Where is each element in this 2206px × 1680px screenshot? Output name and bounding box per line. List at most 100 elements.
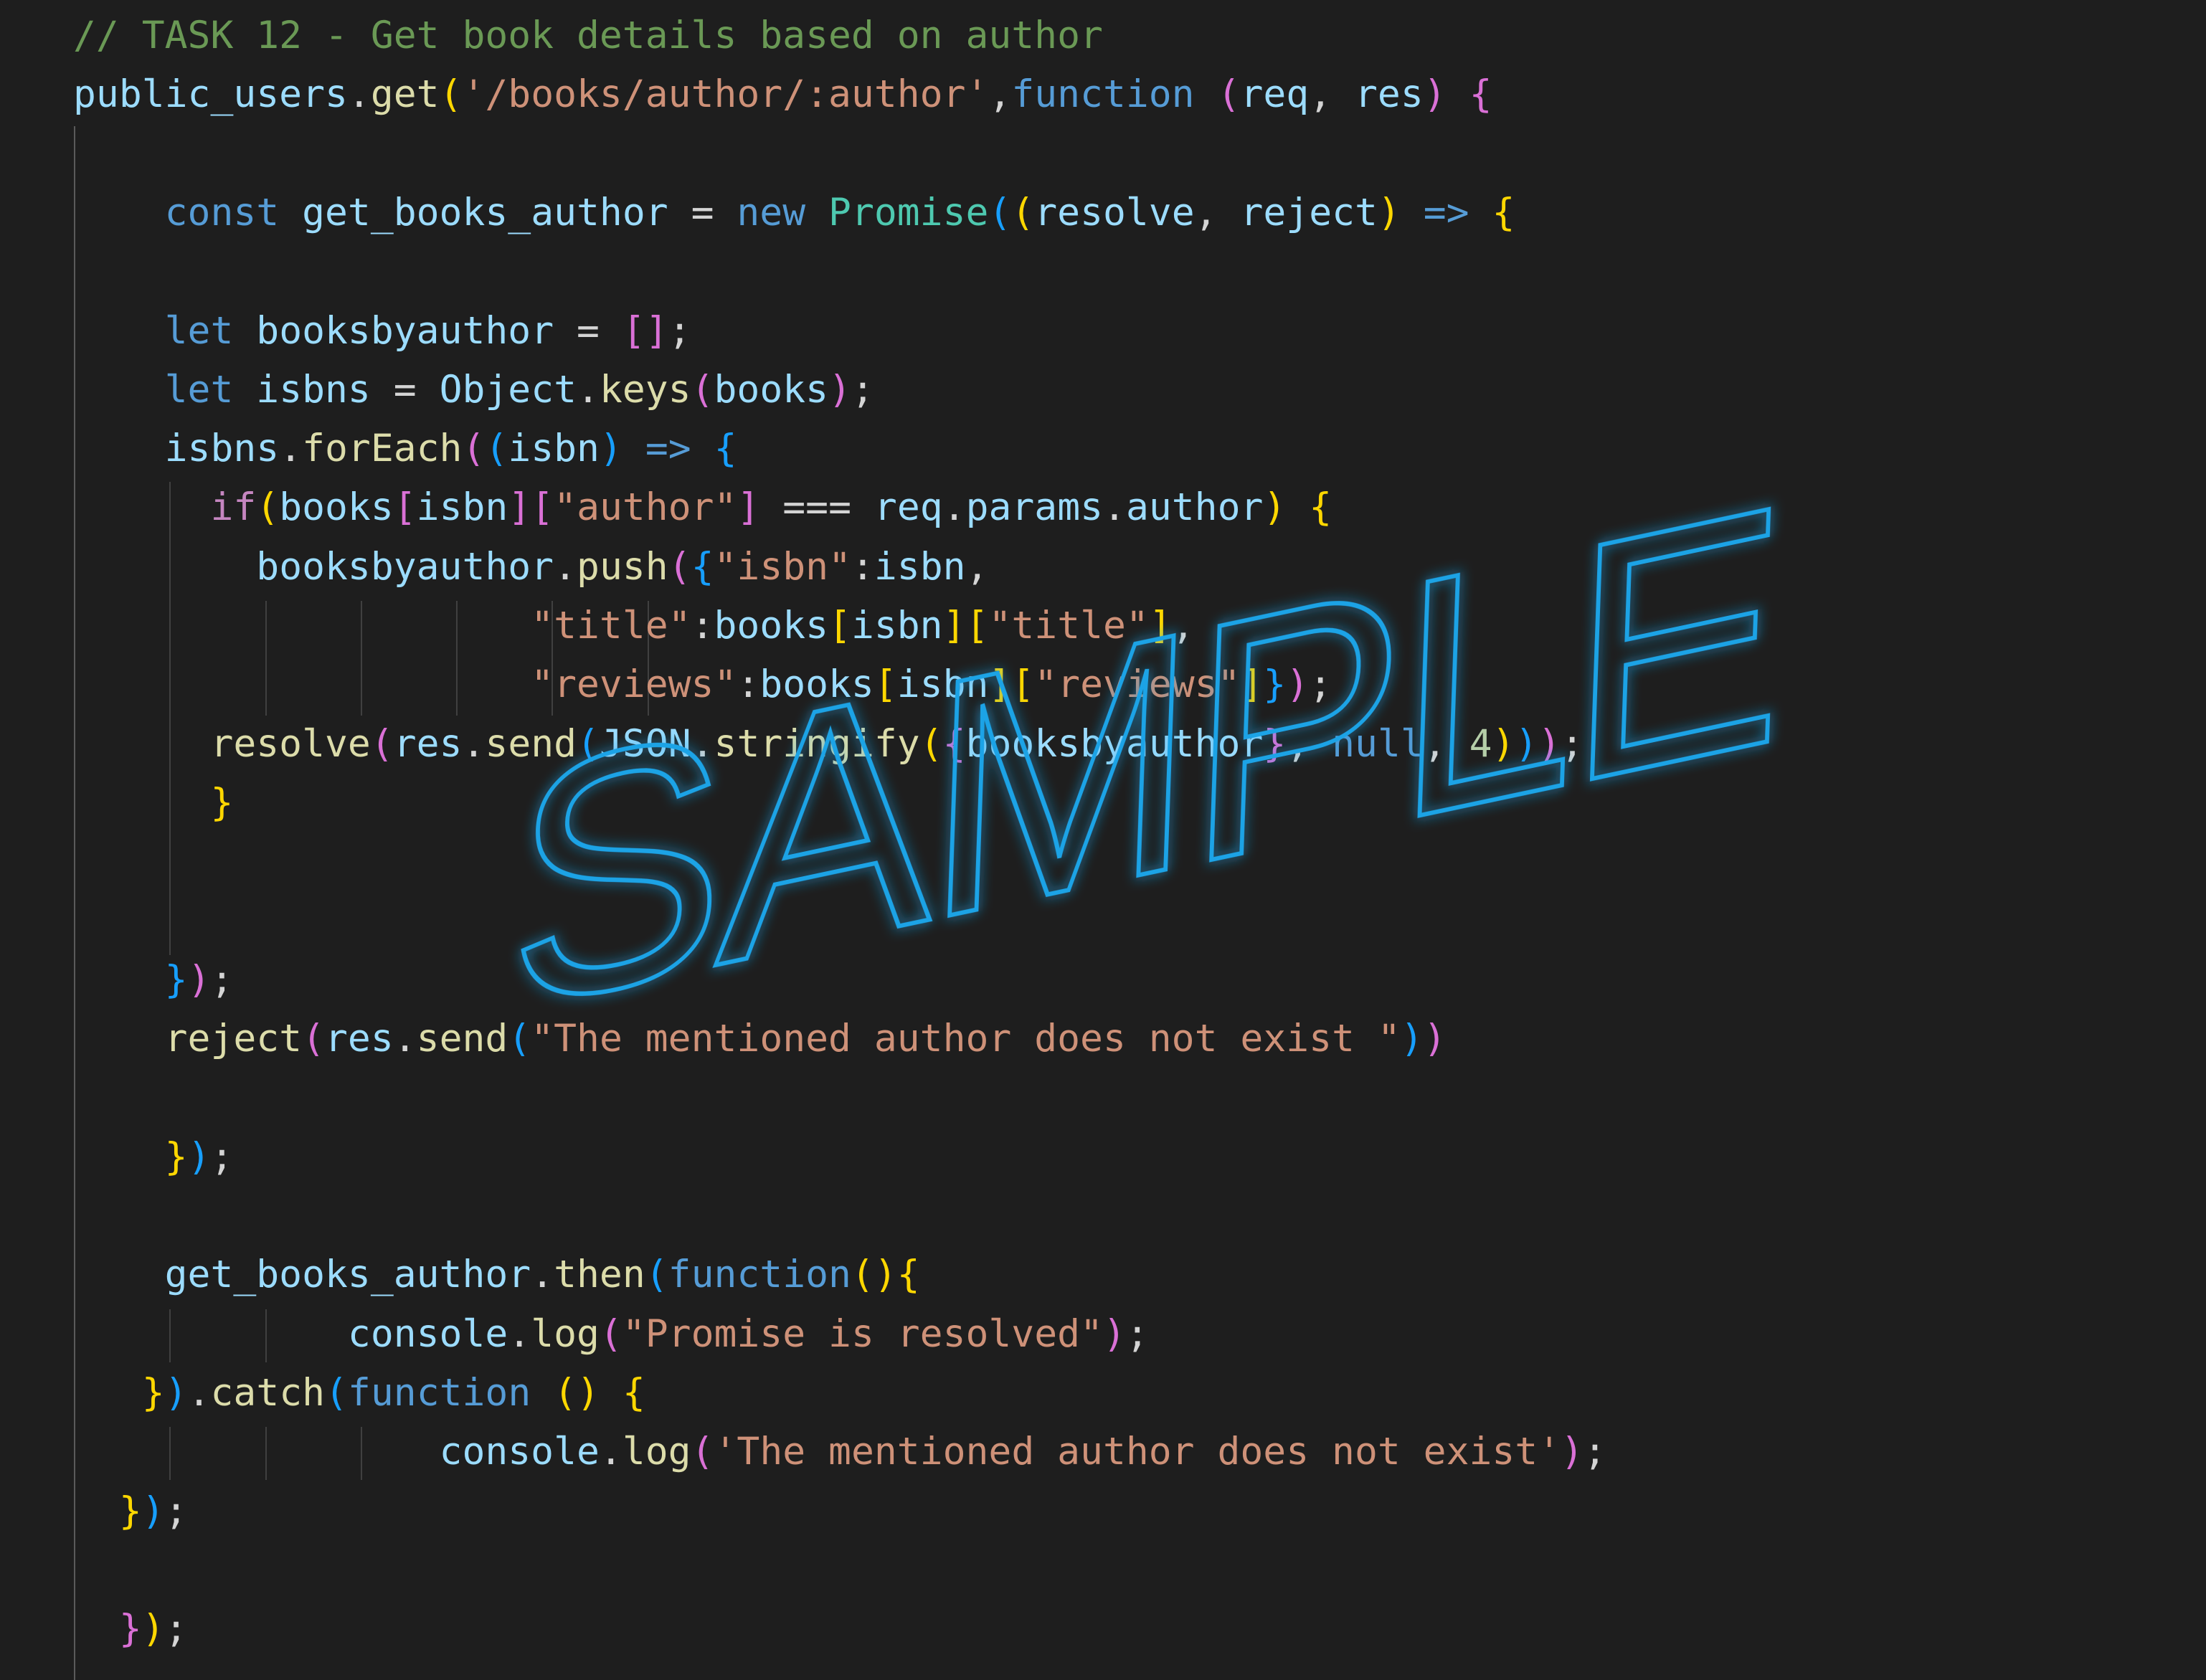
code-token: )	[1102, 1311, 1126, 1356]
code-token: get_books_author	[164, 1253, 531, 1297]
code-token: ,	[1194, 190, 1241, 234]
code-line[interactable]: reject(res.send("The mentioned author do…	[73, 1010, 1447, 1068]
code-token: ]	[988, 663, 1012, 707]
code-token: 4	[1469, 721, 1492, 766]
code-line[interactable]: public_users.get('/books/author/:author'…	[73, 65, 1492, 124]
code-line[interactable]: isbns.forEach((isbn) => {	[73, 419, 737, 478]
code-token: )	[874, 1253, 897, 1297]
code-token: let	[164, 367, 234, 412]
code-line[interactable]: let booksbyauthor = [];	[73, 302, 691, 361]
code-token: {	[1469, 72, 1492, 117]
code-token: (	[370, 721, 394, 766]
code-token: isbn	[896, 663, 989, 707]
code-token: books	[279, 485, 394, 530]
code-token: booksbyauthor	[965, 721, 1264, 766]
code-token: (	[691, 367, 714, 412]
code-token: }	[1263, 721, 1287, 766]
code-token: if	[210, 485, 257, 530]
code-token: .	[462, 721, 486, 766]
code-token: )	[1286, 663, 1310, 707]
code-token: booksbyauthor	[256, 308, 554, 353]
code-line[interactable]: get_books_author.then(function(){	[73, 1245, 920, 1304]
code-line[interactable]: // TASK 12 - Get book details based on a…	[73, 6, 1103, 65]
code-token: .	[347, 72, 371, 117]
code-token: ,	[1171, 604, 1195, 647]
code-token: catch	[210, 1370, 326, 1415]
code-token: function	[1011, 72, 1195, 117]
code-token: (	[462, 427, 486, 471]
code-token: [	[1011, 663, 1035, 707]
code-token: )	[141, 1607, 165, 1651]
code-token: new	[737, 190, 806, 234]
code-token: [	[965, 604, 989, 647]
code-token: {	[942, 721, 966, 766]
code-token: ;	[1584, 1430, 1606, 1474]
code-token: )	[1538, 721, 1561, 766]
code-token: (	[325, 1370, 348, 1415]
code-token: (	[1217, 72, 1241, 117]
code-line[interactable]: const get_books_author = new Promise((re…	[73, 184, 1515, 242]
code-line[interactable]: resolve(res.send(JSON.stringify({booksby…	[73, 715, 1584, 774]
code-token: isbns	[256, 367, 371, 412]
code-token: reject	[1240, 190, 1378, 234]
code-token: }	[210, 780, 234, 825]
code-token: ;	[210, 1134, 234, 1179]
code-line[interactable]: booksbyauthor.push({"isbn":isbn,	[73, 538, 988, 597]
code-line[interactable]: let isbns = Object.keys(books);	[73, 361, 874, 419]
code-token: get	[370, 72, 440, 117]
code-token: ;	[1309, 663, 1332, 707]
code-token: =	[668, 190, 737, 234]
code-token: }	[118, 1607, 142, 1651]
code-line[interactable]: if(books[isbn]["author"] === req.params.…	[73, 478, 1332, 537]
code-line[interactable]: });	[73, 951, 234, 1010]
code-token: books	[714, 367, 829, 412]
code-token: keys	[599, 367, 691, 412]
code-token: ;	[210, 957, 234, 1002]
code-token: (	[988, 190, 1012, 234]
code-line[interactable]: });	[73, 1600, 188, 1658]
code-line[interactable]: });	[73, 1482, 188, 1541]
code-token: )	[599, 427, 622, 471]
code-token: resolve	[1034, 190, 1195, 234]
code-token: .	[599, 1430, 622, 1474]
code-token: .	[942, 485, 966, 530]
code-line[interactable]: "title":books[isbn]["title"],	[73, 597, 1195, 655]
code-line[interactable]: "reviews":books[isbn]["reviews"]});	[73, 655, 1332, 714]
code-token: // TASK 12 - Get book details based on a…	[73, 14, 1103, 57]
code-token: }	[118, 1489, 142, 1533]
code-token: {	[691, 544, 714, 589]
code-token: '/books/author/:author'	[462, 72, 989, 117]
code-token: )	[1515, 721, 1538, 766]
code-token: ,	[1309, 72, 1355, 117]
code-token: ;	[164, 1607, 188, 1651]
code-line[interactable]: }).catch(function () {	[73, 1364, 645, 1423]
code-token: console	[439, 1430, 600, 1474]
code-token: push	[577, 544, 668, 589]
code-editor[interactable]: // TASK 12 - Get book details based on a…	[0, 0, 2206, 1680]
code-token: (	[439, 72, 463, 117]
code-token: send	[416, 1017, 508, 1061]
code-token: isbn	[508, 427, 600, 471]
code-token: ]	[645, 308, 668, 353]
code-token: :	[691, 604, 714, 647]
code-token: (	[599, 1311, 622, 1356]
code-line[interactable]: }	[73, 774, 233, 832]
code-token: author	[1125, 485, 1264, 530]
code-line[interactable]: });	[73, 1128, 234, 1187]
code-line[interactable]: console.log('The mentioned author does n…	[73, 1423, 1606, 1481]
code-line[interactable]: console.log("Promise is resolved");	[73, 1305, 1149, 1364]
code-token: req	[874, 485, 943, 530]
code-token: function	[347, 1370, 531, 1415]
